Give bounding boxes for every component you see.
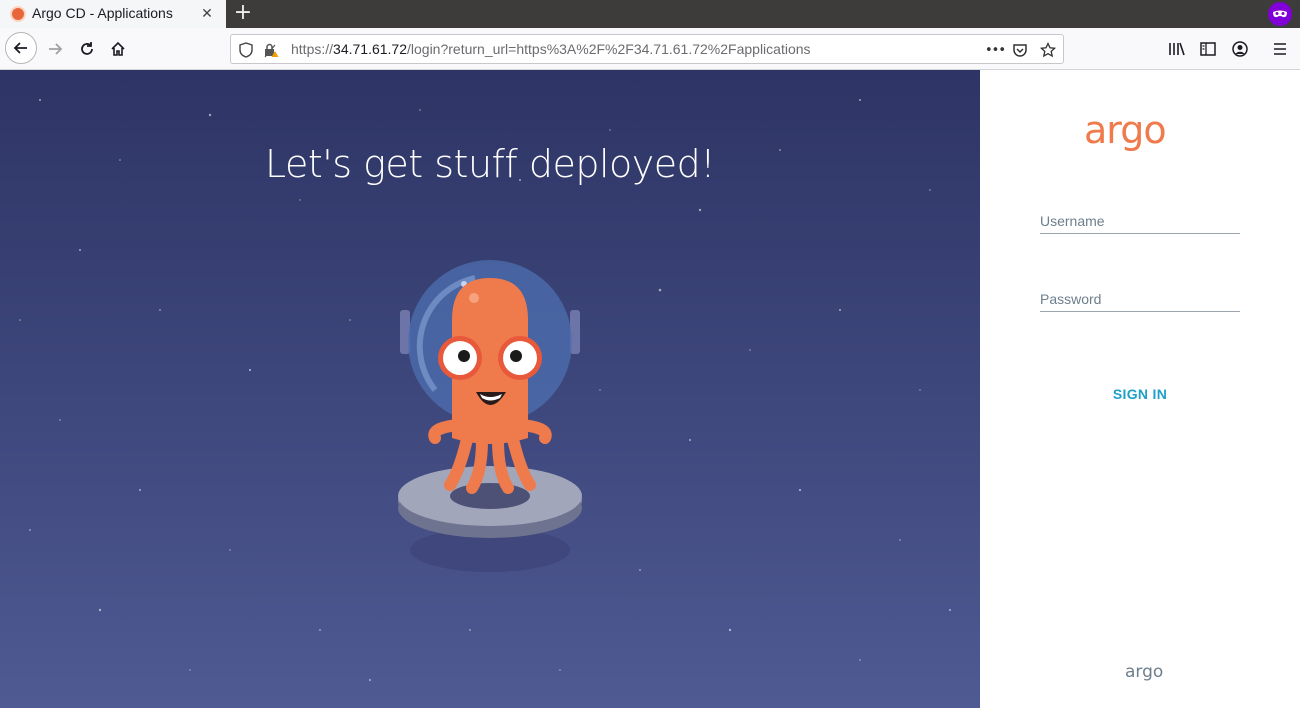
url-path: /login?return_url=https%3A%2F%2F34.71.61… [407, 41, 811, 57]
private-browsing-icon[interactable] [1268, 2, 1292, 26]
url-scheme: https:// [291, 41, 334, 57]
page-content: Let's get stuff deployed! argo Username … [0, 70, 1300, 708]
menu-button[interactable] [1265, 34, 1295, 64]
login-panel: argo SIGN IN argo [980, 70, 1300, 708]
new-tab-button[interactable]: + [232, 1, 254, 27]
account-icon [1232, 41, 1248, 57]
home-icon [111, 41, 125, 56]
forward-arrow-icon [49, 43, 63, 55]
password-input[interactable] [1040, 286, 1240, 312]
address-bar[interactable]: https://34.71.61.72/login?return_url=htt… [230, 34, 1064, 64]
sidebar-button[interactable] [1193, 34, 1223, 64]
page-actions-button[interactable]: ••• [983, 41, 1007, 59]
argo-favicon-icon [10, 6, 26, 22]
bookmark-star-icon[interactable] [1039, 41, 1057, 59]
library-button[interactable] [1162, 34, 1192, 64]
username-input[interactable] [1040, 208, 1240, 234]
navigation-toolbar: https://34.71.61.72/login?return_url=htt… [0, 28, 1300, 70]
argo-footer-logo: argo [1125, 662, 1164, 682]
argo-logo: argo [1084, 108, 1167, 152]
reload-icon [81, 42, 93, 55]
shield-icon[interactable] [237, 41, 255, 59]
library-icon [1169, 42, 1185, 56]
back-button[interactable] [5, 32, 37, 64]
insecure-lock-icon[interactable] [263, 41, 281, 59]
hero-panel: Let's get stuff deployed! [0, 70, 980, 708]
hero-title: Let's get stuff deployed! [264, 142, 716, 186]
back-arrow-icon [13, 42, 27, 54]
menu-icon [1274, 43, 1286, 55]
account-button[interactable] [1225, 34, 1255, 64]
home-button[interactable] [103, 34, 133, 64]
url-text[interactable]: https://34.71.61.72/login?return_url=htt… [291, 41, 811, 57]
reload-button[interactable] [72, 34, 102, 64]
pocket-icon[interactable] [1011, 41, 1029, 59]
tab-argo-cd[interactable]: Argo CD - Applications ✕ [0, 0, 226, 28]
forward-button[interactable] [40, 34, 70, 64]
sidebar-icon [1200, 42, 1216, 56]
tab-strip: Argo CD - Applications ✕ + [0, 0, 1300, 28]
url-host: 34.71.61.72 [333, 41, 407, 57]
tab-title: Argo CD - Applications [32, 5, 173, 21]
tab-close-icon[interactable]: ✕ [198, 5, 216, 23]
argo-octopus-mascot-icon [398, 260, 582, 572]
sign-in-button[interactable]: SIGN IN [1080, 382, 1200, 406]
